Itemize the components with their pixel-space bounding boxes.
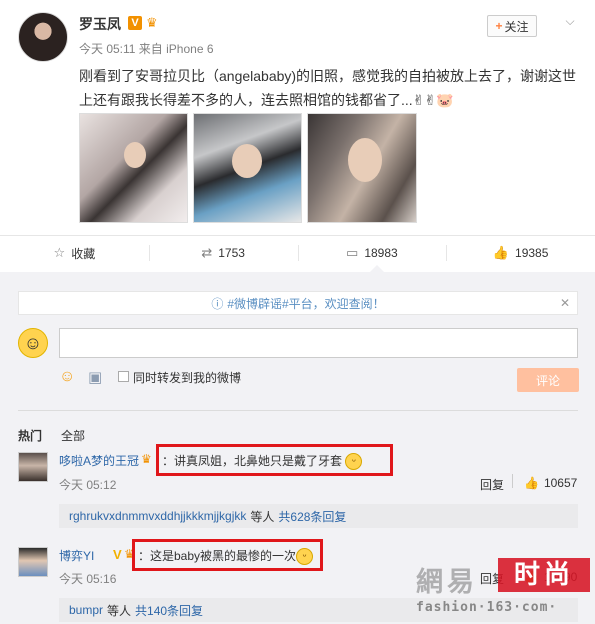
submit-comment-button[interactable]: 评论 [517,368,579,392]
comment-text: ：讲真凤姐，北鼻她只是戴了牙套 ᵕ [162,452,363,471]
repost-checkbox-label: 同时转发到我的微博 [133,371,242,385]
active-tab-pointer [370,265,384,272]
favorite-button[interactable]: ☆ 收藏 [0,236,149,270]
author-avatar[interactable] [18,12,68,62]
chevron-down-icon[interactable]: ⌵ [562,14,578,30]
close-icon[interactable]: ✕ [560,296,570,310]
comment-time: 今天 05:16 [59,572,117,586]
comment-avatar[interactable] [18,547,48,577]
comment-input[interactable] [59,328,578,358]
comment-text: ：这是baby被黑的最惨的一次 ᵕ [138,547,314,566]
follow-label: 关注 [504,19,529,34]
divider [512,474,513,488]
emoji-icon[interactable]: ☺ [59,368,75,386]
filter-divider [18,410,578,411]
rumor-notice[interactable]: ⓘ #微博辟谣#平台，欢迎查阅！ [18,291,578,315]
tab-all[interactable]: 全部 [61,427,85,444]
post-meta: 今天 05:11 来自 iPhone 6 [79,42,214,56]
watermark-gray-text: 網易 [416,567,478,598]
repost-count: 1753 [218,246,245,260]
vip-crown-icon: ♛ [141,452,152,466]
comment-icon: ▭ [346,245,359,260]
watermark-red-text: 时尚 [498,558,590,592]
reply-button[interactable]: 回复 [480,476,504,493]
repost-button[interactable]: ⇄ 1753 [148,236,298,270]
comment-user[interactable]: 哆啦A梦的王冠 [59,452,139,469]
like-button[interactable]: 👍 19385 [446,236,595,270]
info-icon: ⓘ [211,296,224,311]
sub-reply-box: rghrukvxdnmmvxddhjjkkkmjjkgjkk 等人 共628条回… [59,504,578,528]
repost-checkbox[interactable] [118,371,129,382]
sub-reply-users[interactable]: bumpr [69,603,103,617]
sub-reply-mid: 等人 [250,509,275,524]
smile-emoji-icon: ᵕ [296,548,314,566]
post-image-1[interactable] [79,113,188,223]
smile-emoji-icon: ᵕ [345,453,363,471]
vip-crown-icon: ♛ [146,15,158,30]
my-avatar: ☺ [18,328,48,358]
verified-badge-icon: V [128,16,142,30]
favorite-label: 收藏 [71,246,96,261]
comment-avatar[interactable] [18,452,48,482]
follow-button[interactable]: + 关注 [487,15,537,37]
like-count: 19385 [515,246,549,260]
comment-count: 18983 [364,246,398,260]
repost-icon: ⇄ [201,245,213,260]
comment-like-count: 10657 [543,476,578,490]
rumor-notice-text: #微博辟谣#平台，欢迎查阅！ [227,296,385,311]
sub-reply-link[interactable]: 共140条回复 [135,602,203,619]
like-icon: 👍 [492,245,510,260]
comment-time: 今天 05:12 [59,478,117,492]
tab-hot[interactable]: 热门 [18,427,42,444]
comment-like-button[interactable]: 👍 10657 [524,476,577,490]
post-image-2[interactable] [193,113,302,223]
sub-reply-mid: 等人 [107,603,132,618]
sub-reply-link[interactable]: 共628条回复 [278,508,346,525]
picture-icon[interactable]: ▣ [88,368,102,386]
comment-user[interactable]: 博弈YI [59,547,94,564]
author-name[interactable]: 罗玉凤 [79,14,121,34]
star-icon: ☆ [53,245,66,260]
netease-fashion-watermark: 網易 时尚 fashion·163·com· [416,558,591,620]
sub-reply-users[interactable]: rghrukvxdnmmvxddhjjkkkmjjkgjkk [69,509,246,523]
plus-icon: + [495,19,503,33]
post-image-3[interactable] [307,113,417,223]
post-text: 刚看到了安哥拉贝比（angelababy)的旧照，感觉我的自拍被放上去了，谢谢这… [79,68,577,108]
post-action-bar: ☆ 收藏 ⇄ 1753 ▭ 18983 👍 19385 [0,236,595,270]
like-icon: 👍 [524,476,539,490]
watermark-url: fashion·163·com· [416,600,558,615]
